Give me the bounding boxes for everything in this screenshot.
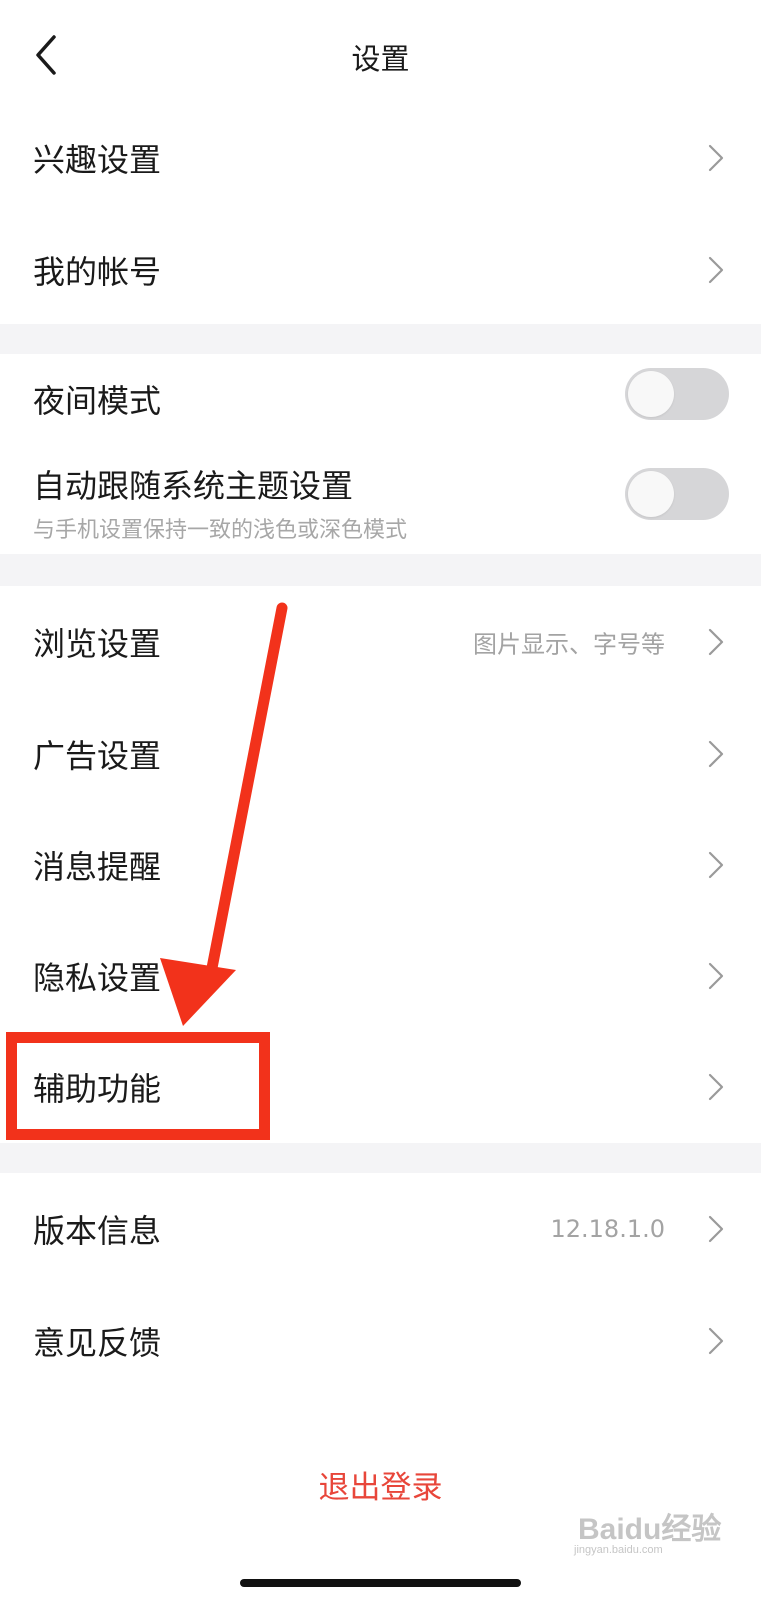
row-follow-system-theme: 自动跟随系统主题设置 与手机设置保持一致的浅色或深色模式 bbox=[0, 444, 761, 554]
row-version-info[interactable]: 版本信息 12.18.1.0 bbox=[0, 1173, 761, 1285]
chevron-right-icon bbox=[708, 256, 724, 284]
chevron-right-icon bbox=[708, 740, 724, 768]
row-night-mode: 夜间模式 bbox=[0, 354, 761, 444]
row-label: 兴趣设置 bbox=[33, 141, 162, 179]
row-label: 浏览设置 bbox=[33, 625, 162, 663]
baidu-watermark: Baidu经验 jingyan.baidu.com bbox=[574, 1500, 724, 1560]
row-sublabel: 与手机设置保持一致的浅色或深色模式 bbox=[33, 518, 408, 543]
chevron-right-icon bbox=[708, 1327, 724, 1355]
section-divider bbox=[0, 554, 761, 586]
row-value: 图片显示、字号等 bbox=[473, 630, 665, 659]
chevron-right-icon bbox=[708, 962, 724, 990]
watermark-subtext: jingyan.baidu.com bbox=[574, 1544, 663, 1556]
row-message-reminder[interactable]: 消息提醒 bbox=[0, 809, 761, 921]
row-label: 版本信息 bbox=[33, 1212, 162, 1250]
row-label: 消息提醒 bbox=[33, 848, 162, 886]
chevron-right-icon bbox=[708, 1073, 724, 1101]
watermark-text: Baidu经验 bbox=[578, 1513, 722, 1546]
row-label: 广告设置 bbox=[33, 737, 162, 775]
nav-bar: 设置 bbox=[0, 0, 761, 112]
home-indicator bbox=[240, 1579, 521, 1587]
row-interest-settings[interactable]: 兴趣设置 bbox=[0, 102, 761, 214]
night-mode-toggle[interactable] bbox=[625, 368, 729, 420]
section-divider bbox=[0, 324, 761, 354]
chevron-right-icon bbox=[708, 851, 724, 879]
version-number: 12.18.1.0 bbox=[550, 1215, 665, 1243]
row-browse-settings[interactable]: 浏览设置 图片显示、字号等 bbox=[0, 586, 761, 698]
row-label: 夜间模式 bbox=[33, 382, 162, 420]
toggle-knob bbox=[628, 471, 674, 517]
chevron-right-icon bbox=[708, 628, 724, 656]
row-label: 我的帐号 bbox=[33, 253, 162, 291]
row-my-account[interactable]: 我的帐号 bbox=[0, 214, 761, 326]
row-ad-settings[interactable]: 广告设置 bbox=[0, 698, 761, 810]
annotation-highlight-box bbox=[6, 1032, 270, 1140]
row-label: 意见反馈 bbox=[33, 1324, 162, 1362]
section-divider bbox=[0, 1143, 761, 1173]
row-feedback[interactable]: 意见反馈 bbox=[0, 1285, 761, 1397]
row-privacy-settings[interactable]: 隐私设置 bbox=[0, 920, 761, 1032]
row-label: 隐私设置 bbox=[33, 959, 162, 997]
chevron-right-icon bbox=[708, 144, 724, 172]
chevron-right-icon bbox=[708, 1215, 724, 1243]
toggle-knob bbox=[628, 371, 674, 417]
page-title: 设置 bbox=[351, 42, 410, 76]
follow-system-toggle[interactable] bbox=[625, 468, 729, 520]
row-label: 自动跟随系统主题设置 bbox=[33, 467, 354, 505]
